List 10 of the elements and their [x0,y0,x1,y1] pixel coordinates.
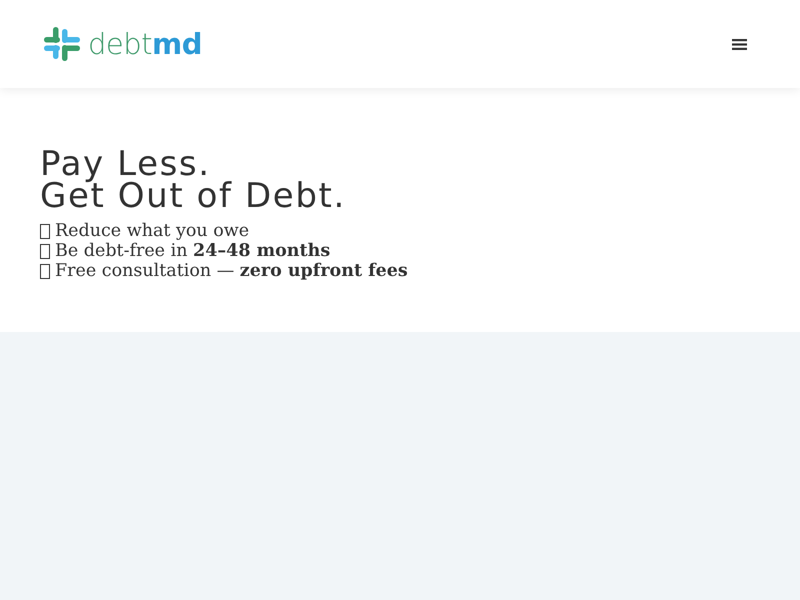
headline: Pay Less. Get Out of Debt. [40,148,346,212]
missing-glyph-icon [40,224,50,238]
benefit-text: Be debt-free in 24–48 months [55,241,330,261]
missing-glyph-icon [40,244,50,258]
logo-cross-icon [44,27,80,61]
benefit-text: Free consultation — zero upfront fees [55,261,408,281]
menu-icon [732,38,747,50]
benefit-text: Reduce what you owe [55,221,250,241]
logo-wordmark[interactable]: debtmd [88,30,202,58]
missing-glyph-icon [40,264,50,278]
